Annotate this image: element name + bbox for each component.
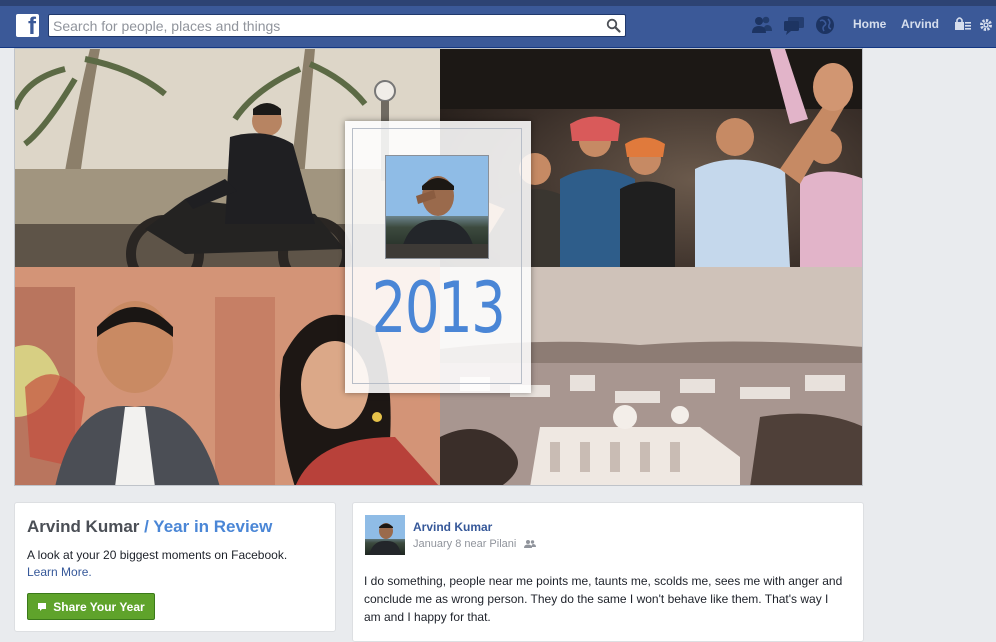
top-navigation-bar: f Home Arvind: [0, 0, 996, 48]
facebook-logo-icon[interactable]: f: [16, 13, 39, 40]
year-in-review-cover: 2013: [14, 48, 863, 486]
post-author-avatar[interactable]: [365, 515, 405, 555]
post-author-avatar-image: [365, 515, 405, 555]
profile-name-link[interactable]: Arvind Kumar: [27, 517, 139, 536]
share-your-year-button[interactable]: Share Your Year: [27, 593, 155, 620]
year-badge-card: 2013: [345, 121, 531, 393]
year-label: 2013: [371, 267, 506, 349]
friends-audience-icon[interactable]: [524, 539, 537, 549]
post-timestamp-location[interactable]: January 8 near Pilani: [413, 538, 516, 550]
facebook-logo-letter: f: [28, 13, 36, 40]
search-icon[interactable]: [606, 18, 621, 33]
profile-picture-large[interactable]: [385, 155, 489, 259]
story-post-card: Arvind Kumar January 8 near Pilani I do …: [352, 502, 864, 642]
notifications-globe-icon[interactable]: [813, 14, 837, 36]
settings-gear-icon[interactable]: [978, 14, 994, 36]
year-in-review-card: Arvind Kumar / Year in Review A look at …: [14, 502, 336, 632]
share-your-year-label: Share Your Year: [53, 599, 145, 614]
year-in-review-heading: Arvind Kumar / Year in Review: [27, 517, 272, 537]
learn-more-link[interactable]: Learn More.: [27, 565, 92, 579]
nav-home-link[interactable]: Home: [853, 17, 886, 31]
profile-picture-image: [386, 156, 488, 258]
post-meta: January 8 near Pilani: [413, 538, 537, 550]
privacy-shortcuts-icon[interactable]: [954, 14, 972, 36]
year-in-review-description: A look at your 20 biggest moments on Fac…: [27, 548, 288, 562]
post-author-name[interactable]: Arvind Kumar: [413, 520, 492, 534]
friend-requests-icon[interactable]: [750, 14, 774, 36]
search-input[interactable]: [53, 17, 593, 34]
search-box[interactable]: [48, 14, 626, 37]
share-icon: [38, 602, 47, 611]
year-in-review-title: / Year in Review: [144, 517, 273, 536]
post-body-text: I do something, people near me points me…: [364, 574, 843, 624]
messages-icon[interactable]: [782, 14, 806, 36]
top-bar-stripe: [0, 0, 996, 6]
nav-profile-link[interactable]: Arvind: [901, 17, 939, 31]
